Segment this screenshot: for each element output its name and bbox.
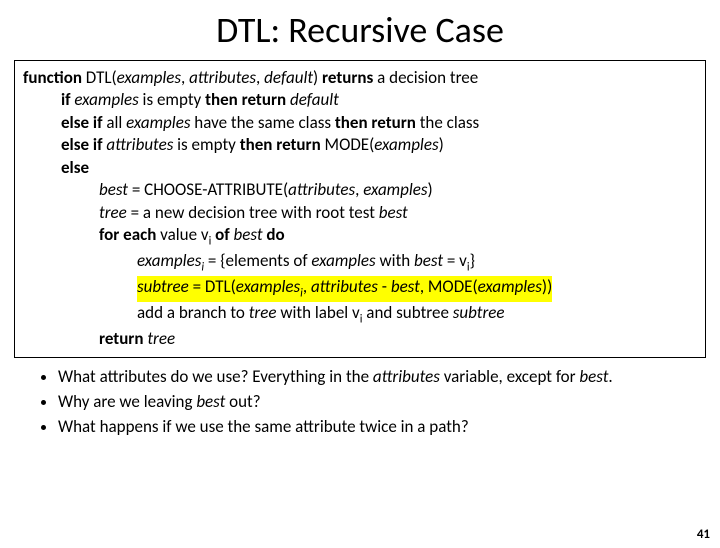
t: = v (443, 250, 467, 271)
algo-line-5: else (23, 157, 697, 179)
var: best (379, 202, 408, 223)
kw: function (23, 67, 82, 88)
var: best (391, 276, 420, 297)
var: examples (311, 250, 375, 271)
var: best (579, 366, 608, 387)
t: is empty (139, 89, 205, 110)
kw: for each (99, 224, 156, 245)
slide-title: DTL: Recursive Case (0, 8, 720, 52)
t: , (303, 276, 311, 297)
t: and subtree (362, 302, 452, 323)
t: value v (156, 224, 208, 245)
algo-line-8: for each value vi of best do (23, 224, 697, 250)
algo-line-1: function DTL(examples, attributes, defau… (23, 67, 478, 88)
kw: do (266, 224, 284, 245)
t: is empty (173, 134, 239, 155)
algo-line-12: return tree (23, 328, 697, 350)
var: examples (374, 134, 438, 155)
bullet-3: What happens if we use the same attribut… (58, 416, 700, 439)
algo-line-6: best = CHOOSE-ATTRIBUTE(attributes, exam… (23, 179, 697, 201)
kw: then return (240, 134, 321, 155)
t: ) (439, 134, 444, 155)
var: tree (249, 302, 277, 323)
t: = DTL( (189, 276, 236, 297)
t: DTL( (82, 67, 117, 88)
t: out? (225, 391, 260, 412)
t: )) (542, 276, 552, 297)
t: , (256, 67, 264, 88)
t: } (470, 250, 475, 271)
var: best (99, 179, 128, 200)
kw: else (61, 157, 89, 178)
var: examples (478, 276, 542, 297)
t: - (378, 276, 391, 297)
bullet-2: Why are we leaving best out? (58, 391, 700, 414)
bullet-list: What attributes do we use? Everything in… (18, 366, 700, 439)
bullet-1: What attributes do we use? Everything in… (58, 366, 700, 389)
var: attributes (288, 179, 355, 200)
var: examples (74, 89, 138, 110)
algo-line-10-highlight: subtree = DTL(examplesi, attributes - be… (23, 276, 697, 302)
t: , MODE( (420, 276, 478, 297)
var: examples (363, 179, 427, 200)
var: subtree (453, 302, 505, 323)
var: examples (137, 250, 201, 271)
var: best (234, 224, 263, 245)
algo-line-2: if examples is empty then return default (23, 89, 697, 111)
algo-line-3: else if all examples have the same class… (23, 112, 697, 134)
var: examples (126, 112, 190, 133)
var: attributes (106, 134, 173, 155)
highlighted-line: subtree = DTL(examplesi, attributes - be… (137, 276, 552, 302)
algo-line-9: examplesi = {elements of examples with b… (23, 250, 697, 276)
t: the class (416, 112, 479, 133)
t: What attributes do we use? Everything in… (58, 366, 373, 387)
algo-line-7: tree = a new decision tree with root tes… (23, 202, 697, 224)
algo-line-11: add a branch to tree with label vi and s… (23, 302, 697, 328)
t: MODE( (321, 134, 375, 155)
param: default (264, 67, 313, 88)
t: , (355, 179, 363, 200)
t: variable, except for (440, 366, 580, 387)
t: all (102, 112, 126, 133)
algo-line-4: else if attributes is empty then return … (23, 134, 697, 156)
var: best (414, 250, 443, 271)
param: attributes (189, 67, 256, 88)
var: attributes (311, 276, 378, 297)
t: a decision tree (373, 67, 478, 88)
kw: else if (61, 134, 102, 155)
var: default (290, 89, 339, 110)
t: Why are we leaving (58, 391, 196, 412)
var: tree (99, 202, 127, 223)
kw: then return (205, 89, 286, 110)
t: . (608, 366, 612, 387)
t: with (376, 250, 414, 271)
kw: if (61, 89, 71, 110)
kw: then return (335, 112, 416, 133)
t: have the same class (190, 112, 334, 133)
kw: else if (61, 112, 102, 133)
var: best (196, 391, 225, 412)
var: tree (147, 328, 175, 349)
t: , (181, 67, 189, 88)
kw: returns (322, 67, 373, 88)
t: ) (428, 179, 433, 200)
t: ) (313, 67, 322, 88)
t: = a new decision tree with root test (127, 202, 379, 223)
t: = {elements of (204, 250, 311, 271)
var: subtree (137, 276, 189, 297)
t: with label v (277, 302, 360, 323)
t: add a branch to (137, 302, 249, 323)
var: attributes (373, 366, 440, 387)
t: = CHOOSE-ATTRIBUTE( (128, 179, 288, 200)
param: examples (117, 67, 181, 88)
var: examples (236, 276, 300, 297)
algorithm-box: function DTL(examples, attributes, defau… (14, 60, 706, 358)
kw: of (215, 224, 230, 245)
kw: return (99, 328, 143, 349)
